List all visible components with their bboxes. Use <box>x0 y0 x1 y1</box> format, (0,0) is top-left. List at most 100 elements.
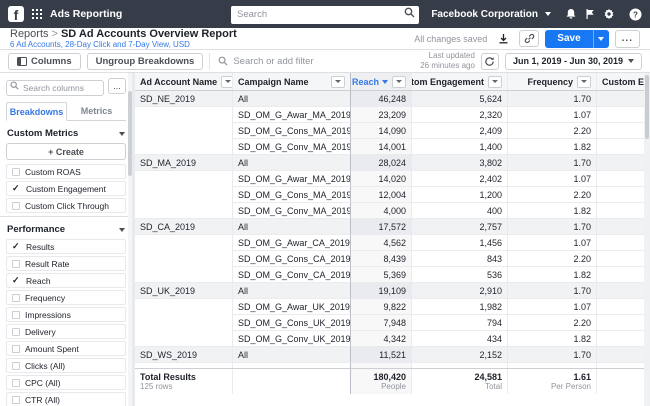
section-header-custom-metrics[interactable]: Custom Metrics <box>6 121 126 143</box>
table-row[interactable]: SD_UK_2019All19,1092,9101.70 <box>135 283 644 299</box>
metric-checkbox-item[interactable]: Amount Spent <box>6 341 126 356</box>
cell-account <box>135 267 233 283</box>
table-row[interactable]: SD_OM_G_Cons_UK_2019_Q27,9487942.20 <box>135 315 644 331</box>
column-dropdown-button[interactable] <box>221 76 233 88</box>
unchecked-checkbox[interactable] <box>12 202 20 210</box>
collapse-chevron-icon[interactable] <box>119 132 125 136</box>
breadcrumb-reports-link[interactable]: Reports <box>10 28 49 40</box>
account-name[interactable]: Facebook Corporation <box>431 9 538 20</box>
table-scrollbar[interactable] <box>644 73 650 406</box>
column-dropdown-button[interactable] <box>392 76 406 88</box>
unchecked-checkbox[interactable] <box>12 168 20 176</box>
account-chevron-down-icon[interactable] <box>545 12 551 16</box>
table-row[interactable]: SD_OM_G_Conv_CA_2019_Q25,3695361.82 <box>135 267 644 283</box>
column-header-frequency[interactable]: Frequency <box>508 73 597 90</box>
metric-checkbox-item[interactable]: Result Rate <box>6 256 126 271</box>
table-row[interactable]: SD_CA_2019All17,5722,7571.70 <box>135 219 644 235</box>
metric-checkbox-item[interactable]: Delivery <box>6 324 126 339</box>
facebook-logo-icon[interactable]: f <box>8 6 24 22</box>
table-row[interactable]: SD_OM_G_Cons_CA_2019_Q28,4398432.20 <box>135 251 644 267</box>
column-dropdown-button[interactable] <box>577 76 591 88</box>
help-icon[interactable]: ? <box>629 8 642 21</box>
column-dropdown-button[interactable] <box>488 76 502 88</box>
unchecked-checkbox[interactable] <box>12 396 20 404</box>
unchecked-checkbox[interactable] <box>12 311 20 319</box>
share-link-button[interactable] <box>519 30 539 47</box>
column-header-account[interactable]: Ad Account Name <box>135 73 233 90</box>
unchecked-checkbox[interactable] <box>12 362 20 370</box>
table-row[interactable]: SD_OM_G_Awar_MA_2019_Q223,2092,3201.07 <box>135 107 644 123</box>
checked-checkbox[interactable]: ✓ <box>12 276 21 285</box>
collapse-chevron-icon[interactable] <box>119 228 125 232</box>
column-header-engagement[interactable]: Custom Engagement <box>412 73 508 90</box>
column-dropdown-button[interactable] <box>331 76 345 88</box>
unchecked-checkbox[interactable] <box>12 260 20 268</box>
checked-checkbox[interactable]: ✓ <box>12 242 21 251</box>
column-label: Reach <box>352 77 379 87</box>
export-download-button[interactable] <box>493 30 513 47</box>
notifications-bell-icon[interactable] <box>565 8 577 20</box>
table-row[interactable]: SD_OM_G_Awar_UK_2019_Q29,8221,9821.07 <box>135 299 644 315</box>
metric-checkbox-item[interactable]: ✓Results <box>6 239 126 254</box>
cell-frequency: 1.82 <box>508 331 597 347</box>
table-row[interactable]: SD_MA_2019All28,0243,8021.70 <box>135 155 644 171</box>
checked-checkbox[interactable]: ✓ <box>12 184 21 193</box>
unchecked-checkbox[interactable] <box>12 345 20 353</box>
date-range-button[interactable]: Jun 1, 2019 - Jun 30, 2019 <box>505 53 642 70</box>
refresh-button[interactable] <box>481 53 499 70</box>
cell-custom_en <box>597 171 644 187</box>
metric-checkbox-item[interactable]: Impressions <box>6 307 126 322</box>
sidebar-scrollbar[interactable] <box>128 73 132 406</box>
columns-button[interactable]: Columns <box>8 53 81 70</box>
metric-checkbox-item[interactable]: Frequency <box>6 290 126 305</box>
cell-account: SD_CA_2019 <box>135 219 233 235</box>
report-subtitle[interactable]: 6 Ad Accounts, 28-Day Click and 7-Day Vi… <box>10 41 237 49</box>
unchecked-checkbox[interactable] <box>12 328 20 336</box>
apps-grid-icon[interactable] <box>32 9 42 19</box>
gear-icon[interactable] <box>603 8 615 20</box>
tab-breakdowns[interactable]: Breakdowns <box>6 102 67 121</box>
section-header-performance[interactable]: Performance <box>6 217 126 239</box>
more-options-button[interactable]: ... <box>615 30 640 48</box>
create-metric-button[interactable]: + Create <box>6 143 126 160</box>
table-row[interactable]: SD_WS_2019All11,5212,1521.70 <box>135 347 644 363</box>
total-value: 180,420 <box>373 372 406 382</box>
table-row[interactable]: SD_OM_G_Conv_MA_2019_Q24,0004001.82 <box>135 203 644 219</box>
table-row[interactable]: SD_OM_G_Awar_MA_2019_Q214,0202,4021.07 <box>135 171 644 187</box>
metric-checkbox-item[interactable]: Clicks (All) <box>6 358 126 373</box>
flag-icon[interactable] <box>584 8 596 20</box>
cell-reach: 4,342 <box>350 331 412 347</box>
unchecked-checkbox[interactable] <box>12 379 20 387</box>
cell-frequency: 2.20 <box>508 315 597 331</box>
cell-account: SD_NE_2019 <box>135 91 233 107</box>
global-search-input[interactable] <box>231 6 419 24</box>
metric-checkbox-item[interactable]: CPC (All) <box>6 375 126 390</box>
chevron-down-icon <box>492 80 498 83</box>
filter-search[interactable]: Search or add filter <box>209 53 414 70</box>
metric-checkbox-item[interactable]: Custom Click Through <box>6 198 126 213</box>
tab-metrics[interactable]: Metrics <box>67 102 126 120</box>
chevron-down-icon <box>396 80 402 83</box>
table-row[interactable]: SD_OM_G_Conv_MA_2019_Q214,0011,4001.82 <box>135 139 644 155</box>
cell-campaign: SD_OM_G_Cons_MA_2019_Q2 <box>233 187 350 203</box>
table-row[interactable]: SD_OM_G_Conv_UK_2019_Q24,3424341.82 <box>135 331 644 347</box>
ungroup-breakdowns-button[interactable]: Ungroup Breakdowns <box>87 53 204 70</box>
unchecked-checkbox[interactable] <box>12 294 20 302</box>
search-columns-input[interactable] <box>6 80 104 96</box>
metric-checkbox-item[interactable]: ✓Reach <box>6 273 126 288</box>
table-row[interactable]: SD_OM_G_Awar_CA_2019_Q24,5621,4561.07 <box>135 235 644 251</box>
metric-checkbox-item[interactable]: ✓Custom Engagement <box>6 181 126 196</box>
column-header-reach[interactable]: Reach <box>350 73 412 90</box>
column-label: Campaign Name <box>238 77 309 87</box>
save-button[interactable]: Save <box>545 30 592 48</box>
metric-checkbox-item[interactable]: CTR (All) <box>6 392 126 406</box>
column-header-custom_en[interactable]: Custom En <box>597 73 644 90</box>
metric-checkbox-item[interactable]: Custom ROAS <box>6 164 126 179</box>
column-header-campaign[interactable]: Campaign Name <box>233 73 350 90</box>
table-row[interactable]: SD_OM_G_Cons_MA_2019_Q214,0902,4092.20 <box>135 123 644 139</box>
save-dropdown-button[interactable] <box>593 30 609 48</box>
table-row[interactable]: SD_NE_2019All46,2485,6241.70 <box>135 91 644 107</box>
cell-custom_en <box>597 91 644 107</box>
sidebar-more-button[interactable]: ... <box>108 78 126 94</box>
table-row[interactable]: SD_OM_G_Cons_MA_2019_Q212,0041,2002.20 <box>135 187 644 203</box>
